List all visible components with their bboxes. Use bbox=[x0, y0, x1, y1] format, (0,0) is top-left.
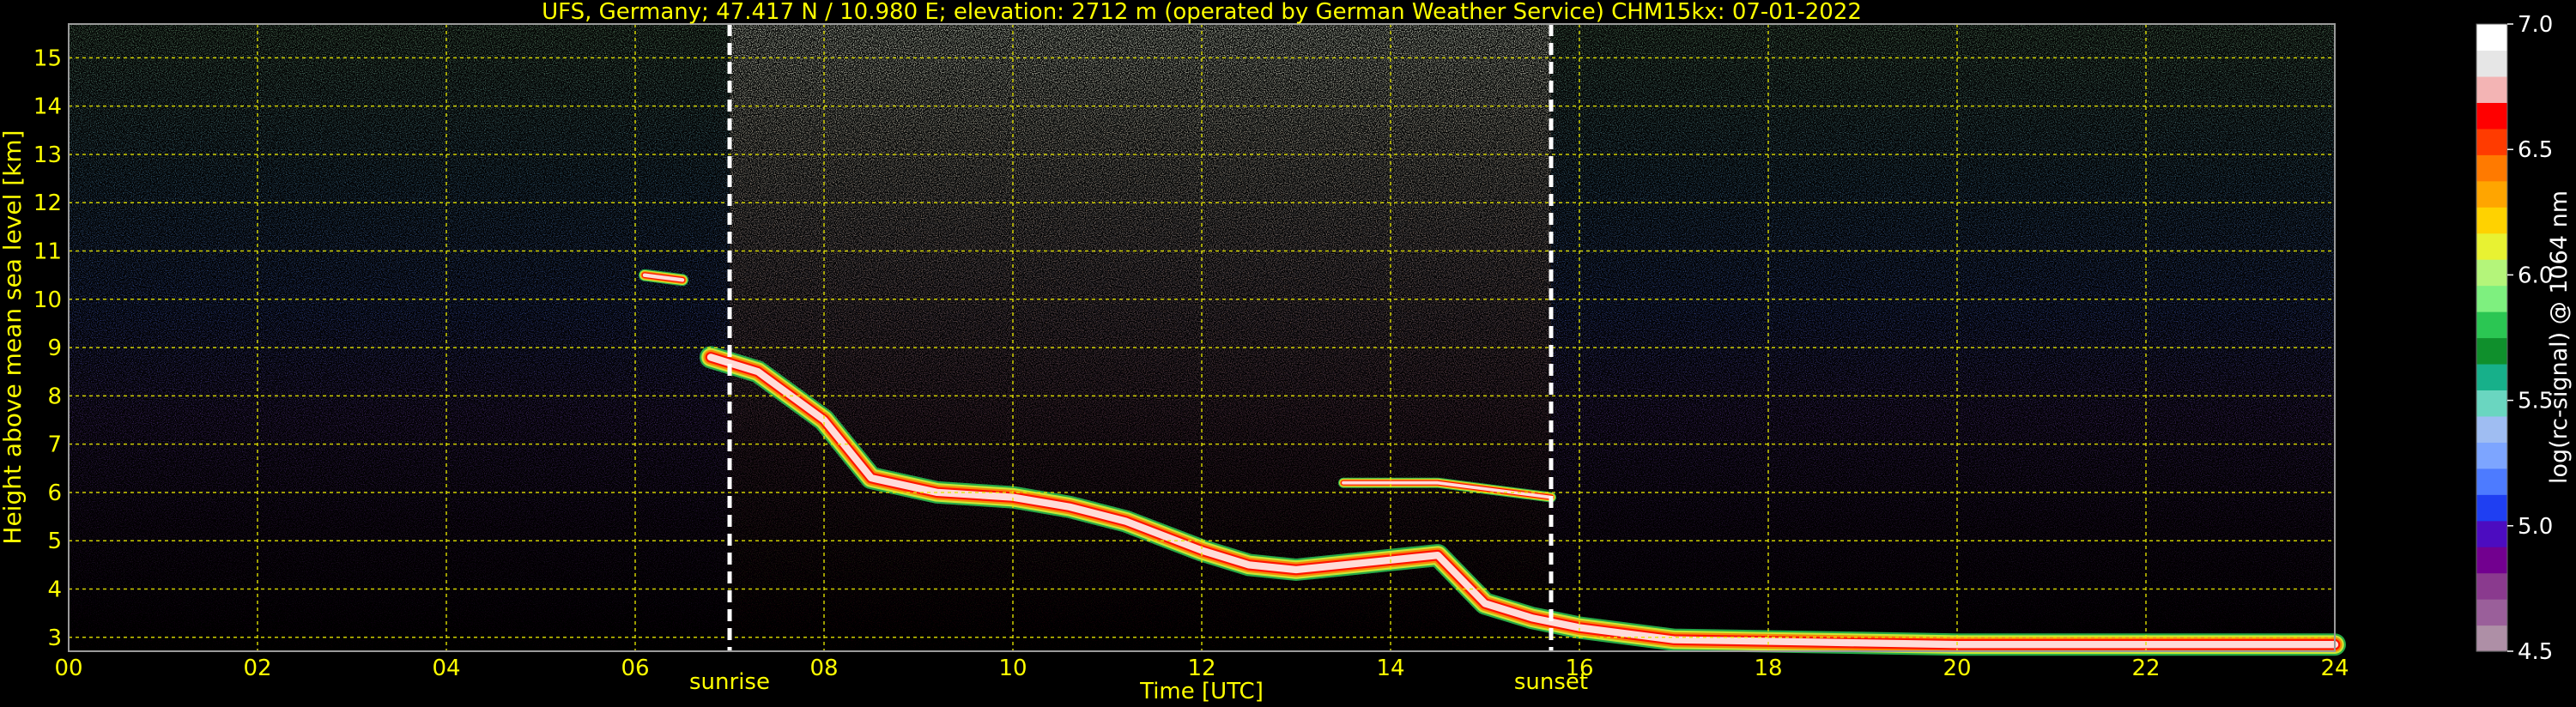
y-tick-label: 11 bbox=[33, 239, 62, 265]
y-axis-label: Height above mean sea level [km] bbox=[0, 130, 27, 544]
x-tick-label: 24 bbox=[2320, 656, 2349, 681]
y-tick-label: 7 bbox=[47, 432, 62, 458]
x-tick-label: 00 bbox=[54, 656, 82, 681]
colorbar-swatch bbox=[2476, 24, 2507, 51]
x-tick-label: 20 bbox=[1943, 656, 1971, 681]
colorbar-swatch bbox=[2476, 128, 2507, 155]
colorbar-tick-label: 7.0 bbox=[2518, 12, 2553, 38]
colorbar-swatch bbox=[2476, 415, 2507, 443]
colorbar-swatch bbox=[2476, 50, 2507, 77]
ceilometer-chart: sunrise sunset UFS, Germany; 47.417 N / 1… bbox=[0, 0, 2576, 707]
colorbar-swatch bbox=[2476, 76, 2507, 103]
colorbar-swatch bbox=[2476, 390, 2507, 417]
colorbar-swatch bbox=[2476, 102, 2507, 130]
colorbar-swatch bbox=[2476, 442, 2507, 469]
x-tick-label: 22 bbox=[2131, 656, 2160, 681]
colorbar-swatch bbox=[2476, 154, 2507, 182]
x-axis-label: Time [UTC] bbox=[1139, 679, 1264, 704]
chart-title: UFS, Germany; 47.417 N / 10.980 E; eleva… bbox=[542, 0, 1862, 25]
colorbar-swatch bbox=[2476, 520, 2507, 547]
y-tick-label: 10 bbox=[33, 287, 62, 313]
colorbar-swatch bbox=[2476, 311, 2507, 339]
y-tick-label: 6 bbox=[47, 480, 62, 506]
y-tick-label: 13 bbox=[33, 142, 62, 168]
x-tick-label: 16 bbox=[1565, 656, 1593, 681]
x-tick-label: 10 bbox=[998, 656, 1027, 681]
colorbar-tick-label: 5.0 bbox=[2518, 514, 2553, 540]
colorbar-swatch bbox=[2476, 285, 2507, 312]
colorbar-label: log(rc-signal) @ 1064 nm bbox=[2546, 190, 2573, 484]
marker-label-sunrise: sunrise bbox=[689, 669, 770, 695]
colorbar-swatch bbox=[2476, 494, 2507, 522]
x-tick-label: 14 bbox=[1376, 656, 1404, 681]
x-tick-label: 06 bbox=[621, 656, 649, 681]
colorbar bbox=[2476, 23, 2508, 652]
colorbar-tick-label: 4.5 bbox=[2518, 639, 2553, 665]
y-tick-label: 5 bbox=[47, 529, 62, 554]
colorbar-swatch bbox=[2476, 547, 2507, 574]
colorbar-swatch bbox=[2476, 180, 2507, 208]
x-tick-label: 12 bbox=[1187, 656, 1215, 681]
y-tick-label: 14 bbox=[33, 94, 62, 120]
y-tick-label: 9 bbox=[47, 335, 62, 361]
colorbar-swatch bbox=[2476, 259, 2507, 287]
colorbar-swatch bbox=[2476, 468, 2507, 495]
colorbar-swatch bbox=[2476, 363, 2507, 391]
y-tick-label: 4 bbox=[47, 577, 62, 603]
y-tick-label: 3 bbox=[47, 625, 62, 651]
colorbar-swatch bbox=[2476, 625, 2507, 652]
y-tick-label: 15 bbox=[33, 45, 62, 71]
colorbar-swatch bbox=[2476, 207, 2507, 234]
y-tick-label: 8 bbox=[47, 384, 62, 409]
x-tick-label: 02 bbox=[243, 656, 271, 681]
colorbar-swatch bbox=[2476, 599, 2507, 626]
y-tick-label: 12 bbox=[33, 190, 62, 216]
colorbar-swatch bbox=[2476, 337, 2507, 365]
x-tick-label: 08 bbox=[809, 656, 838, 681]
x-tick-label: 04 bbox=[432, 656, 460, 681]
x-tick-label: 18 bbox=[1754, 656, 1782, 681]
colorbar-swatch bbox=[2476, 572, 2507, 600]
plot-area bbox=[69, 24, 2346, 656]
colorbar-swatch bbox=[2476, 233, 2507, 260]
colorbar-tick-label: 6.5 bbox=[2518, 137, 2553, 163]
